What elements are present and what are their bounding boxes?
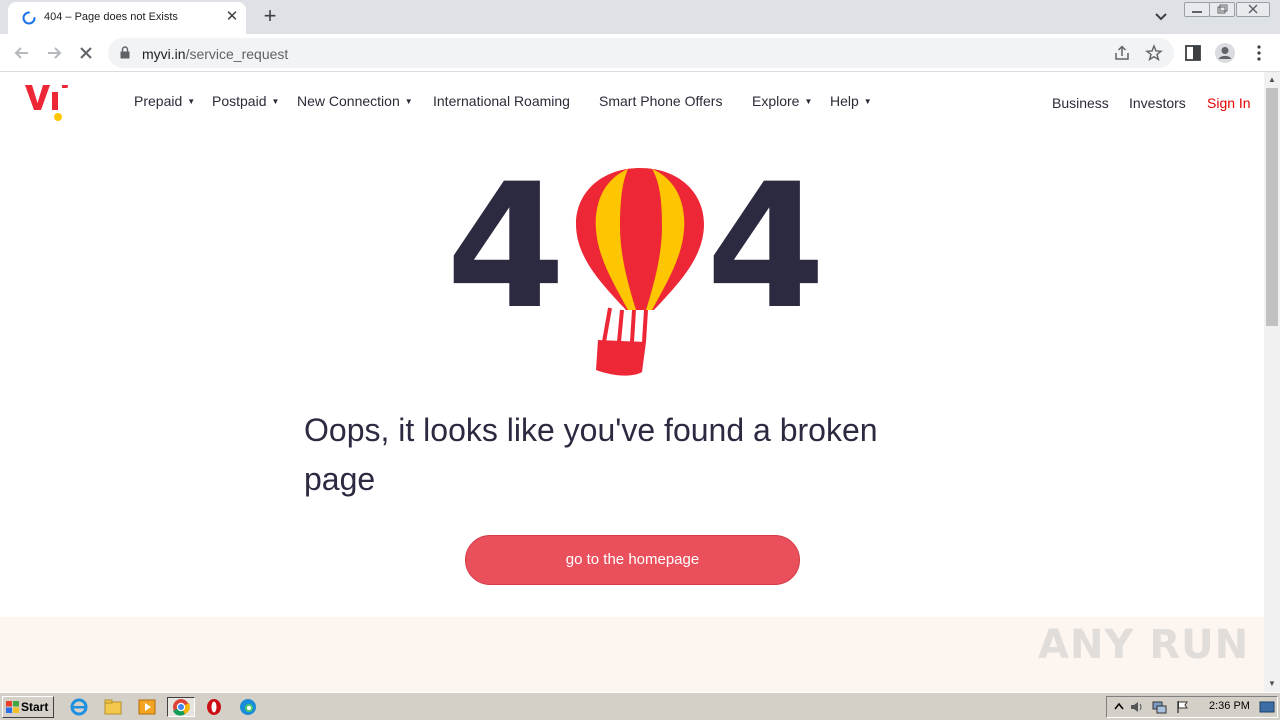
caret-down-icon: ▼ bbox=[187, 97, 196, 106]
nav-new-connection-label: New Connection bbox=[297, 93, 400, 109]
caret-down-icon: ▼ bbox=[271, 97, 280, 106]
taskbar-clock[interactable]: 2:36 PM bbox=[1209, 700, 1250, 712]
close-window-button[interactable] bbox=[1236, 2, 1270, 17]
back-icon[interactable] bbox=[10, 41, 34, 65]
scroll-thumb[interactable] bbox=[1266, 88, 1278, 326]
profile-avatar-icon[interactable] bbox=[1214, 42, 1236, 64]
new-tab-button[interactable]: + bbox=[258, 4, 282, 28]
nav-explore-label: Explore bbox=[752, 93, 800, 109]
nav-business[interactable]: Business bbox=[1052, 95, 1109, 111]
error-digit-right: 4 bbox=[706, 146, 826, 347]
tab-search-icon[interactable] bbox=[1150, 8, 1172, 26]
scroll-up-arrow-icon[interactable]: ▲ bbox=[1264, 72, 1280, 88]
error-digit-left: 4 bbox=[446, 146, 566, 347]
nav-prepaid-label: Prepaid bbox=[134, 93, 183, 109]
file-explorer-icon[interactable] bbox=[102, 697, 124, 717]
tab-strip: 404 – Page does not Exists ✕ + bbox=[0, 0, 1280, 34]
start-label: Start bbox=[21, 700, 49, 714]
side-panel-icon[interactable] bbox=[1182, 42, 1204, 64]
nav-smart-phone-offers[interactable]: Smart Phone Offers bbox=[599, 93, 722, 109]
go-to-homepage-button[interactable]: go to the homepage bbox=[465, 535, 800, 585]
minimize-icon bbox=[1192, 11, 1202, 13]
chrome-icon bbox=[173, 699, 190, 716]
internet-explorer-icon[interactable] bbox=[68, 697, 90, 717]
show-hidden-icons-icon[interactable] bbox=[1111, 700, 1127, 714]
restore-button[interactable] bbox=[1209, 2, 1235, 17]
chrome-taskbar-button[interactable] bbox=[167, 697, 195, 717]
scroll-down-arrow-icon[interactable]: ▼ bbox=[1264, 676, 1280, 692]
anyrun-watermark: ANY RUN bbox=[1038, 612, 1248, 672]
watermark-text: ANY RUN bbox=[1038, 622, 1250, 668]
error-message: Oops, it looks like you've found a broke… bbox=[304, 412, 878, 497]
nav-international-roaming-label: International Roaming bbox=[433, 93, 570, 109]
nav-help-label: Help bbox=[830, 93, 859, 109]
url-text: myvi.in/service_request bbox=[142, 46, 288, 62]
volume-icon[interactable] bbox=[1129, 700, 1145, 714]
nav-help[interactable]: Help ▼ bbox=[830, 93, 872, 109]
taskbar: Start 2:36 PM bbox=[0, 692, 1280, 720]
tab-close-icon[interactable]: ✕ bbox=[224, 8, 240, 26]
caret-down-icon: ▼ bbox=[863, 97, 872, 106]
system-tray: 2:36 PM bbox=[1106, 696, 1278, 718]
nav-investors[interactable]: Investors bbox=[1129, 95, 1186, 111]
network-icon[interactable] bbox=[1151, 700, 1167, 714]
close-window-icon bbox=[1248, 4, 1258, 14]
page-scrollbar[interactable]: ▲ ▼ bbox=[1264, 72, 1280, 692]
kebab-menu-icon[interactable] bbox=[1248, 42, 1270, 64]
error-content: 4 4 Oops, it looks like you've found a b… bbox=[0, 134, 1264, 617]
nav-prepaid[interactable]: Prepaid ▼ bbox=[134, 93, 195, 109]
nav-new-connection[interactable]: New Connection ▼ bbox=[297, 93, 413, 109]
edge-icon[interactable] bbox=[237, 697, 259, 717]
address-bar[interactable]: myvi.in/service_request bbox=[108, 38, 1174, 68]
minimize-button[interactable] bbox=[1184, 2, 1210, 17]
bookmark-star-icon[interactable] bbox=[1145, 44, 1163, 62]
vi-logo[interactable] bbox=[24, 82, 70, 122]
action-center-flag-icon[interactable] bbox=[1175, 700, 1191, 714]
tab-title: 404 – Page does not Exists bbox=[44, 11, 178, 23]
media-player-icon[interactable] bbox=[136, 697, 158, 717]
start-button[interactable]: Start bbox=[2, 696, 54, 718]
windows-flag-icon bbox=[6, 701, 19, 713]
url-path: /service_request bbox=[185, 46, 289, 62]
sign-in-link[interactable]: Sign In bbox=[1207, 95, 1251, 111]
share-icon[interactable] bbox=[1113, 44, 1131, 62]
nav-international-roaming[interactable]: International Roaming bbox=[433, 93, 570, 109]
stop-loading-icon[interactable] bbox=[74, 41, 98, 65]
caret-down-icon: ▼ bbox=[404, 97, 413, 106]
opera-icon[interactable] bbox=[203, 697, 225, 717]
show-desktop-icon[interactable] bbox=[1259, 700, 1275, 714]
browser-toolbar: myvi.in/service_request bbox=[0, 34, 1280, 72]
url-domain: myvi.in bbox=[142, 46, 186, 62]
nav-postpaid[interactable]: Postpaid ▼ bbox=[212, 93, 279, 109]
nav-postpaid-label: Postpaid bbox=[212, 93, 267, 109]
forward-icon[interactable] bbox=[42, 41, 66, 65]
browser-tab[interactable]: 404 – Page does not Exists ✕ bbox=[8, 2, 246, 34]
hot-air-balloon-icon bbox=[576, 168, 704, 376]
caret-down-icon: ▼ bbox=[804, 97, 813, 106]
lock-icon[interactable] bbox=[120, 46, 130, 59]
site-header: Prepaid ▼ Postpaid ▼ New Connection ▼ Inter… bbox=[0, 72, 1264, 134]
restore-icon bbox=[1217, 4, 1228, 14]
nav-explore[interactable]: Explore ▼ bbox=[752, 93, 812, 109]
loading-spinner-icon bbox=[22, 11, 36, 25]
nav-smart-phone-offers-label: Smart Phone Offers bbox=[599, 93, 723, 109]
